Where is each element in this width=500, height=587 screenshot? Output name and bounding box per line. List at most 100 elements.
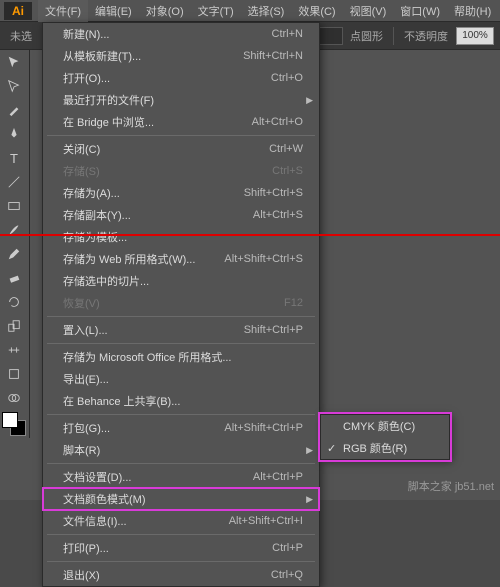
- menu-item-label: 文档颜色模式(M): [63, 491, 146, 507]
- submenu-item-label: CMYK 颜色(C): [343, 418, 415, 434]
- menu-4[interactable]: 选择(S): [241, 0, 292, 22]
- shape-builder-tool-icon[interactable]: [0, 386, 28, 410]
- file-menu-item-10[interactable]: 存储为模板...: [43, 226, 319, 248]
- menu-item-label: 置入(L)...: [63, 322, 108, 338]
- file-menu-item-26[interactable]: 文件信息(I)... Alt+Shift+Ctrl+I: [43, 510, 319, 532]
- menu-8[interactable]: 帮助(H): [447, 0, 498, 22]
- menu-item-label: 恢复(V): [63, 295, 100, 311]
- menu-5[interactable]: 效果(C): [291, 0, 342, 22]
- menu-item-label: 打包(G)...: [63, 420, 110, 436]
- file-menu-dropdown: 新建(N)...Ctrl+N 从模板新建(T)... Shift+Ctrl+N 打开(…: [42, 22, 320, 587]
- file-menu-item-22[interactable]: 脚本(R) ▶: [43, 439, 319, 461]
- submenu-arrow-icon: ▶: [306, 445, 313, 456]
- menu-item-label: 存储为 Microsoft Office 所用格式...: [63, 349, 232, 365]
- tools-panel: T: [0, 50, 30, 438]
- file-menu-item-4[interactable]: 在 Bridge 中浏览... Alt+Ctrl+O: [43, 111, 319, 133]
- menu-separator: [47, 343, 315, 344]
- menu-item-shortcut: Ctrl+P: [272, 542, 303, 554]
- menu-6[interactable]: 视图(V): [343, 0, 394, 22]
- menu-item-label: 关闭(C): [63, 141, 100, 157]
- file-menu-item-13: 恢复(V)F12: [43, 292, 319, 314]
- scale-tool-icon[interactable]: [0, 314, 28, 338]
- file-menu-item-1[interactable]: 从模板新建(T)... Shift+Ctrl+N: [43, 45, 319, 67]
- menu-7[interactable]: 窗口(W): [393, 0, 447, 22]
- submenu-arrow-icon: ▶: [306, 494, 313, 505]
- file-menu-item-28[interactable]: 打印(P)... Ctrl+P: [43, 537, 319, 559]
- menu-0[interactable]: 文件(F): [38, 0, 88, 22]
- menu-item-shortcut: Ctrl+O: [271, 72, 303, 84]
- file-menu-item-6[interactable]: 关闭(C)Ctrl+W: [43, 138, 319, 160]
- file-menu-item-17[interactable]: 存储为 Microsoft Office 所用格式...: [43, 346, 319, 368]
- file-menu-item-21[interactable]: 打包(G)... Alt+Shift+Ctrl+P: [43, 417, 319, 439]
- file-menu-item-19[interactable]: 在 Behance 上共享(B)...: [43, 390, 319, 412]
- app-window: Ai 文件(F)编辑(E)对象(O)文字(T)选择(S)效果(C)视图(V)窗口…: [0, 0, 500, 500]
- menu-item-shortcut: Alt+Ctrl+S: [253, 209, 303, 221]
- file-menu-item-18[interactable]: 导出(E)...: [43, 368, 319, 390]
- fill-stroke-swatch[interactable]: [2, 412, 26, 436]
- menu-separator: [47, 534, 315, 535]
- menu-item-label: 在 Bridge 中浏览...: [63, 114, 154, 130]
- menu-item-shortcut: Alt+Shift+Ctrl+P: [224, 422, 303, 434]
- file-menu-item-12[interactable]: 存储选中的切片...: [43, 270, 319, 292]
- file-menu-item-30[interactable]: 退出(X) Ctrl+Q: [43, 564, 319, 586]
- file-menu-item-2[interactable]: 打开(O)... Ctrl+O: [43, 67, 319, 89]
- menu-bar: Ai 文件(F)编辑(E)对象(O)文字(T)选择(S)效果(C)视图(V)窗口…: [0, 0, 500, 22]
- type-tool-icon[interactable]: T: [0, 146, 28, 170]
- pencil-tool-icon[interactable]: [0, 242, 28, 266]
- menu-2[interactable]: 对象(O): [139, 0, 191, 22]
- magic-wand-tool-icon[interactable]: [0, 98, 28, 122]
- menu-item-label: 退出(X): [63, 567, 100, 583]
- menu-item-shortcut: Alt+Shift+Ctrl+I: [229, 515, 303, 527]
- menu-item-shortcut: Alt+Ctrl+P: [253, 471, 303, 483]
- direct-selection-tool-icon[interactable]: [0, 74, 28, 98]
- submenu-arrow-icon: ▶: [306, 95, 313, 106]
- color-mode-option-1[interactable]: ✓RGB 颜色(R): [321, 437, 449, 459]
- menu-item-label: 脚本(R): [63, 442, 100, 458]
- width-tool-icon[interactable]: [0, 338, 28, 362]
- file-menu-item-11[interactable]: 存储为 Web 所用格式(W)...Alt+Shift+Ctrl+S: [43, 248, 319, 270]
- free-transform-tool-icon[interactable]: [0, 362, 28, 386]
- watermark-text: 脚本之家 jb51.net: [408, 478, 494, 494]
- rectangle-tool-icon[interactable]: [0, 194, 28, 218]
- menu-item-shortcut: Shift+Ctrl+N: [243, 50, 303, 62]
- file-menu-item-0[interactable]: 新建(N)...Ctrl+N: [43, 23, 319, 45]
- menu-item-label: 打印(P)...: [63, 540, 109, 556]
- menu-item-label: 文档设置(D)...: [63, 469, 131, 485]
- eraser-tool-icon[interactable]: [0, 266, 28, 290]
- paintbrush-tool-icon[interactable]: [0, 218, 28, 242]
- menu-item-label: 存储为模板...: [63, 229, 127, 245]
- menu-separator: [47, 463, 315, 464]
- menu-3[interactable]: 文字(T): [191, 0, 241, 22]
- opacity-value[interactable]: 100%: [456, 27, 494, 45]
- brush-shape-label[interactable]: 点圆形: [350, 28, 383, 44]
- menu-separator: [47, 561, 315, 562]
- color-mode-option-0[interactable]: CMYK 颜色(C): [321, 415, 449, 437]
- menu-1[interactable]: 编辑(E): [88, 0, 139, 22]
- app-logo: Ai: [4, 2, 32, 20]
- file-menu-item-15[interactable]: 置入(L)... Shift+Ctrl+P: [43, 319, 319, 341]
- menu-separator: [47, 135, 315, 136]
- color-mode-submenu: CMYK 颜色(C) ✓RGB 颜色(R): [320, 414, 450, 460]
- menu-item-label: 从模板新建(T)...: [63, 48, 141, 64]
- file-menu-item-25[interactable]: 文档颜色模式(M) ▶: [43, 488, 319, 510]
- menu-item-shortcut: Ctrl+Q: [271, 569, 303, 581]
- file-menu-item-9[interactable]: 存储副本(Y)... Alt+Ctrl+S: [43, 204, 319, 226]
- menu-item-label: 存储副本(Y)...: [63, 207, 131, 223]
- selection-tool-icon[interactable]: [0, 50, 28, 74]
- line-tool-icon[interactable]: [0, 170, 28, 194]
- file-menu-item-8[interactable]: 存储为(A)...Shift+Ctrl+S: [43, 182, 319, 204]
- pen-tool-icon[interactable]: [0, 122, 28, 146]
- menu-item-shortcut: Ctrl+S: [272, 165, 303, 177]
- menu-separator: [47, 316, 315, 317]
- menu-item-label: 打开(O)...: [63, 70, 110, 86]
- file-menu-item-24[interactable]: 文档设置(D)... Alt+Ctrl+P: [43, 466, 319, 488]
- menu-item-shortcut: Shift+Ctrl+P: [244, 324, 303, 336]
- menu-item-label: 存储为(A)...: [63, 185, 120, 201]
- file-menu-item-7: 存储(S)Ctrl+S: [43, 160, 319, 182]
- rotate-tool-icon[interactable]: [0, 290, 28, 314]
- menu-item-label: 存储选中的切片...: [63, 273, 149, 289]
- menu-item-shortcut: Alt+Shift+Ctrl+S: [224, 253, 303, 265]
- file-menu-item-3[interactable]: 最近打开的文件(F)▶: [43, 89, 319, 111]
- menu-item-label: 文件信息(I)...: [63, 513, 127, 529]
- menu-item-shortcut: Alt+Ctrl+O: [252, 116, 303, 128]
